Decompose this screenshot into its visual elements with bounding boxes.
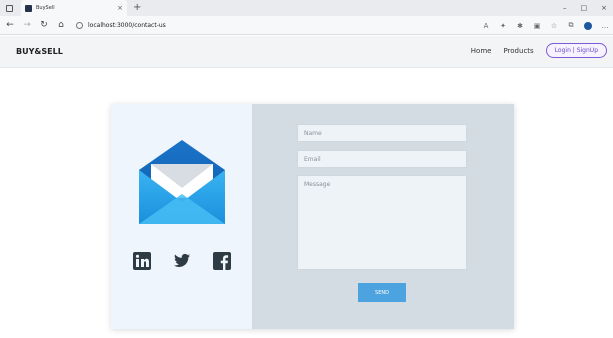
contact-card-left [111, 104, 252, 329]
window-controls: – □ × [563, 0, 607, 16]
brand-logo[interactable]: BUY&SELL [16, 47, 63, 56]
collections-icon[interactable]: ⧉ [567, 21, 575, 30]
url-text: localhost:3000/contact-us [88, 21, 166, 29]
browser-tab[interactable]: BuySell × [21, 0, 127, 16]
envelope-icon [139, 140, 225, 224]
back-icon[interactable]: ← [3, 20, 17, 30]
url-field[interactable]: localhost:3000/contact-us [76, 21, 166, 29]
favorites-icon[interactable]: ☆ [550, 22, 558, 30]
read-aloud-icon[interactable]: A [482, 22, 490, 30]
tab-title: BuySell [36, 5, 55, 11]
contact-card: Name Email Message SEND [111, 104, 514, 329]
nav-products-link[interactable]: Products [503, 47, 533, 55]
minimize-button[interactable]: – [563, 4, 567, 12]
facebook-icon[interactable] [213, 252, 231, 270]
email-field[interactable]: Email [297, 150, 467, 168]
nav-links: Home Products Login | SignUp [471, 43, 607, 58]
maximize-button[interactable]: □ [581, 4, 588, 12]
favicon-icon [25, 4, 32, 12]
close-window-button[interactable]: × [601, 4, 607, 12]
social-links [133, 252, 231, 270]
split-screen-icon[interactable]: ▣ [533, 22, 541, 30]
extension-icon[interactable]: ✦ [499, 22, 507, 30]
browser-tab-bar: BuySell × + – □ × [0, 0, 613, 16]
twitter-icon[interactable] [173, 252, 191, 270]
refresh-icon[interactable]: ↻ [37, 20, 51, 30]
name-field[interactable]: Name [297, 124, 467, 142]
site-info-icon[interactable] [76, 21, 83, 29]
send-button[interactable]: SEND [358, 283, 406, 302]
contact-form: Name Email Message SEND [252, 104, 514, 329]
linkedin-icon[interactable] [133, 252, 151, 270]
home-icon[interactable]: ⌂ [54, 20, 68, 30]
nav-home-link[interactable]: Home [471, 47, 492, 55]
new-tab-button[interactable]: + [133, 0, 141, 16]
forward-icon[interactable]: → [20, 20, 34, 30]
more-menu-icon[interactable]: … [601, 22, 609, 30]
puzzle-icon[interactable]: ✱ [516, 22, 524, 30]
message-field[interactable]: Message [297, 175, 467, 270]
toolbar-icons: A ✦ ✱ ▣ ☆ ⧉ … [482, 16, 609, 35]
login-signup-button[interactable]: Login | SignUp [545, 43, 607, 58]
tab-close-icon[interactable]: × [117, 4, 123, 12]
profile-avatar-icon[interactable] [584, 21, 592, 30]
tab-actions-icon[interactable] [6, 4, 13, 12]
address-bar: ← → ↻ ⌂ localhost:3000/contact-us A ✦ ✱ … [0, 16, 613, 35]
site-navbar: BUY&SELL Home Products Login | SignUp [0, 36, 613, 68]
